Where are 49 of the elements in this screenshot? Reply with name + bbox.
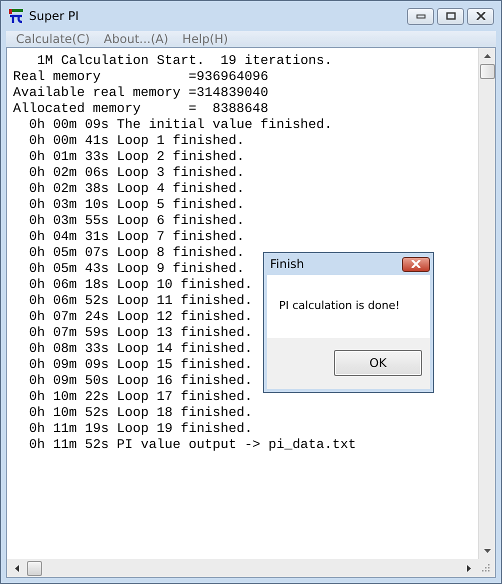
output-line: 0h 08m 33s Loop 14 finished. bbox=[29, 341, 252, 357]
menu-item[interactable]: Calculate(C) bbox=[14, 31, 92, 47]
output-line: Real memory =936964096 bbox=[13, 69, 268, 85]
maximize-button[interactable] bbox=[437, 8, 464, 24]
close-button[interactable] bbox=[402, 256, 430, 272]
scrollbar-thumb[interactable] bbox=[27, 560, 42, 576]
scroll-up-icon bbox=[484, 54, 490, 58]
dialog-title: Finish bbox=[270, 257, 304, 271]
close-button[interactable] bbox=[467, 8, 494, 24]
output-line: 0h 02m 06s Loop 3 finished. bbox=[29, 165, 244, 181]
dialog-message: PI calculation is done! bbox=[279, 299, 401, 312]
vertical-scrollbar[interactable] bbox=[478, 48, 495, 559]
output-line: 0h 07m 59s Loop 13 finished. bbox=[29, 325, 252, 341]
output-line: 0h 03m 55s Loop 6 finished. bbox=[29, 213, 244, 229]
minimize-icon bbox=[416, 12, 426, 20]
output-line: 0h 06m 18s Loop 10 finished. bbox=[29, 277, 252, 293]
output-line: 0h 09m 09s Loop 15 finished. bbox=[29, 357, 252, 373]
output-line: 0h 11m 19s Loop 19 finished. bbox=[29, 421, 252, 437]
resize-grip-icon[interactable] bbox=[482, 564, 490, 572]
output-line: 0h 06m 52s Loop 11 finished. bbox=[29, 293, 252, 309]
output-line: 0h 03m 10s Loop 5 finished. bbox=[29, 197, 244, 213]
menu-item[interactable]: Help(H) bbox=[180, 31, 230, 47]
output-line: 0h 11m 52s PI value output -> pi_data.txt bbox=[29, 437, 356, 453]
scrollbar-thumb[interactable] bbox=[480, 64, 494, 79]
scroll-down-icon bbox=[484, 549, 490, 553]
menu-item[interactable]: About...(A) bbox=[102, 31, 170, 47]
scroll-right-icon bbox=[467, 564, 471, 572]
maximize-icon bbox=[446, 12, 456, 20]
output-line: 0h 00m 09s The initial value finished. bbox=[29, 117, 332, 133]
close-icon bbox=[411, 260, 421, 268]
pi-icon bbox=[8, 8, 24, 24]
window-title: Super PI bbox=[29, 9, 79, 23]
scroll-left-icon bbox=[15, 564, 19, 572]
output-line: 1M Calculation Start. 19 iterations. bbox=[37, 53, 332, 69]
output-line: 0h 10m 22s Loop 17 finished. bbox=[29, 389, 252, 405]
output-line: 0h 05m 43s Loop 9 finished. bbox=[29, 261, 244, 277]
output-line: 0h 07m 24s Loop 12 finished. bbox=[29, 309, 252, 325]
output-line: 0h 10m 52s Loop 18 finished. bbox=[29, 405, 252, 421]
output-line: 0h 00m 41s Loop 1 finished. bbox=[29, 133, 244, 149]
ok-button[interactable]: OK bbox=[334, 350, 422, 376]
output-line: Available real memory =314839040 bbox=[13, 85, 268, 101]
output-line: 0h 09m 50s Loop 16 finished. bbox=[29, 373, 252, 389]
output-line: 0h 01m 33s Loop 2 finished. bbox=[29, 149, 244, 165]
close-icon bbox=[476, 12, 486, 20]
output-line: 0h 04m 31s Loop 7 finished. bbox=[29, 229, 244, 245]
minimize-button[interactable] bbox=[407, 8, 434, 24]
output-line: 0h 02m 38s Loop 4 finished. bbox=[29, 181, 244, 197]
output-line: 0h 05m 07s Loop 8 finished. bbox=[29, 245, 244, 261]
output-line: Allocated memory = 8388648 bbox=[13, 101, 268, 117]
